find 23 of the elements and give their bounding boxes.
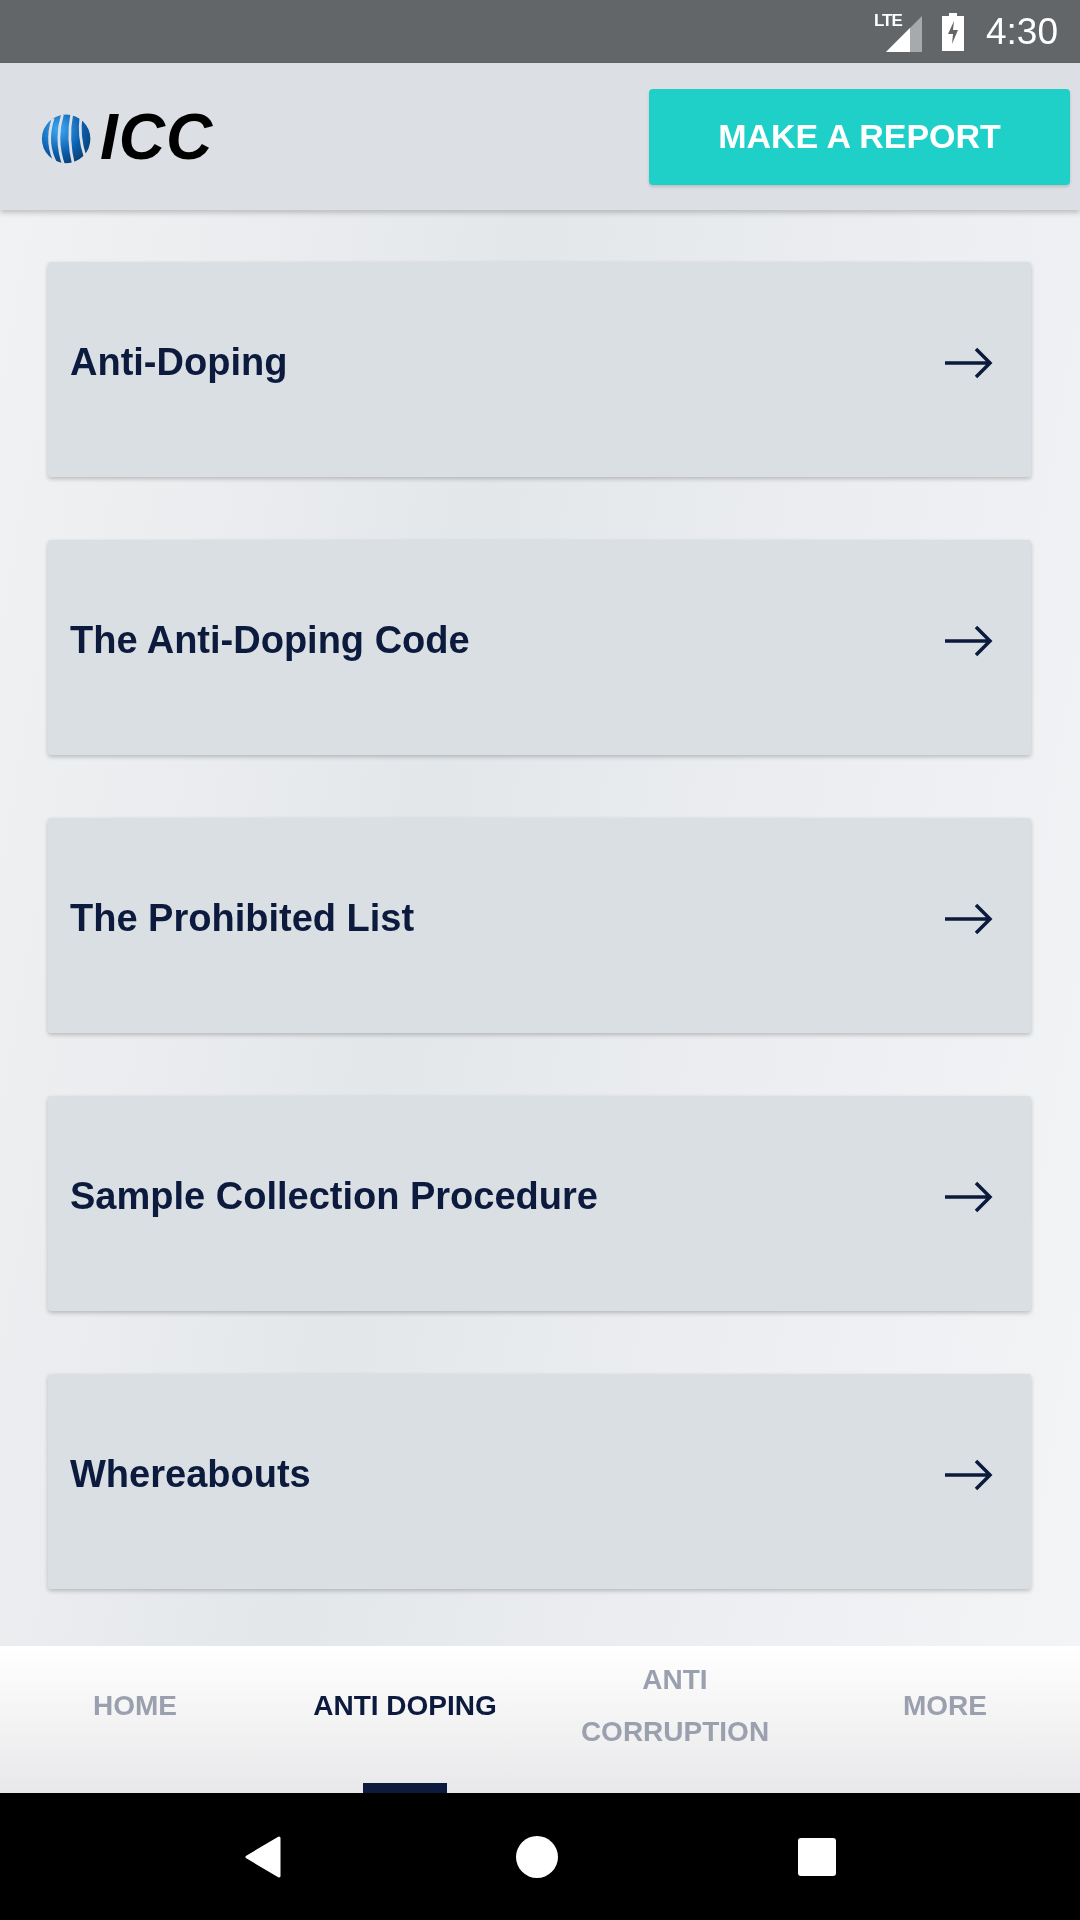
logo-text: ICC <box>100 99 214 174</box>
menu-card[interactable]: The Anti-Doping Code <box>48 540 1031 755</box>
recents-icon[interactable] <box>798 1837 836 1876</box>
menu-card-label: Anti-Doping <box>70 341 288 384</box>
arrow-right-icon <box>945 346 993 379</box>
menu-card[interactable]: Anti-Doping <box>48 262 1031 477</box>
back-icon[interactable] <box>244 1835 282 1878</box>
arrow-right-icon <box>945 1458 993 1491</box>
menu-card-label: Sample Collection Procedure <box>70 1175 598 1218</box>
menu-card[interactable]: Whereabouts <box>48 1374 1031 1589</box>
nav-tab[interactable]: ANTI DOPING <box>270 1646 540 1793</box>
arrow-right-icon <box>945 1180 993 1213</box>
status-time: 4:30 <box>986 10 1058 53</box>
menu-card-label: The Prohibited List <box>70 897 415 940</box>
arrow-right-icon <box>945 624 993 657</box>
menu-card-label: The Anti-Doping Code <box>70 619 470 662</box>
menu-card-label: Whereabouts <box>70 1453 311 1496</box>
menu-card[interactable]: The Prohibited List <box>48 818 1031 1033</box>
menu-card[interactable]: Sample Collection Procedure <box>48 1096 1031 1311</box>
arrow-right-icon <box>945 902 993 935</box>
battery-charging-icon <box>942 12 964 51</box>
home-icon[interactable] <box>516 1835 558 1878</box>
network-type: LTE <box>874 11 902 30</box>
